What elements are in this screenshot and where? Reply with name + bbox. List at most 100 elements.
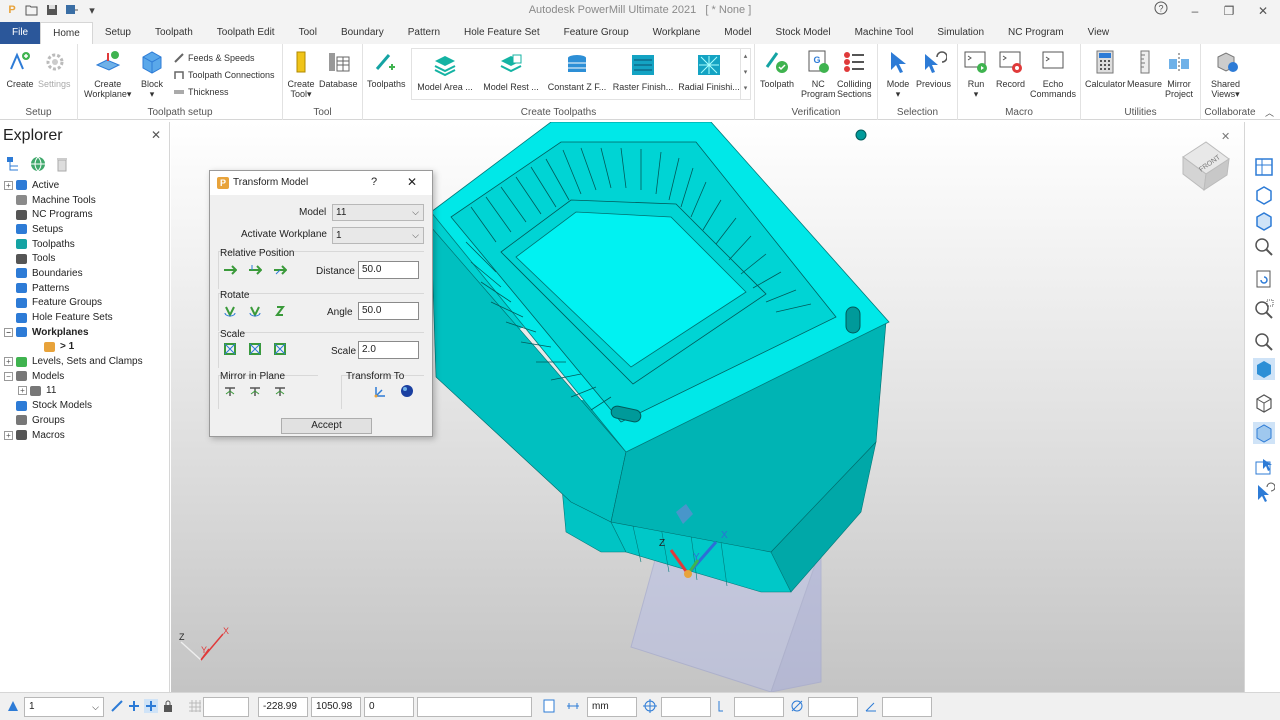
tree-node[interactable]: Hole Feature Sets [4,310,168,325]
accept-button[interactable]: Accept [281,418,372,434]
previous-selection-button[interactable]: Previous [916,48,951,89]
mirror-xy-icon[interactable] [223,384,237,398]
mirror-project-button[interactable]: Mirror Project [1165,48,1193,99]
view-front-icon[interactable] [1253,210,1275,232]
tree-node[interactable]: + Macros [4,428,168,443]
snap-active-icon[interactable] [144,699,158,713]
grid-icon[interactable] [188,699,202,713]
radial-finishing-button[interactable]: Radial Finishi... [678,51,740,92]
angle-input[interactable]: 50.0 [358,302,419,320]
raster-finishing-button[interactable]: Raster Finish... [612,51,674,92]
minimize-button[interactable]: – [1178,0,1212,22]
transform-to-world-icon[interactable] [400,384,414,398]
toolpath-connections-button[interactable]: Toolpath Connections [173,69,275,81]
feeds-speeds-button[interactable]: Feeds & Speeds [173,52,255,64]
tree-node[interactable]: Groups [4,413,168,428]
tree-node[interactable]: − Models [4,369,168,384]
expand-icon[interactable]: + [4,430,13,440]
mirror-zx-icon[interactable] [273,384,287,398]
block-button[interactable]: Block ▾ [138,48,166,99]
viewcube[interactable]: FRONT [1182,141,1230,192]
scale-y-icon[interactable] [248,342,262,356]
tab-model[interactable]: Model [712,22,763,44]
explorer-tree-icon[interactable] [6,156,22,172]
calculator-status-icon[interactable] [542,699,556,713]
refresh-view-icon[interactable] [1253,268,1275,290]
tab-view[interactable]: View [1076,22,1122,44]
explorer-delete-icon[interactable] [54,156,70,172]
dialog-close-button[interactable]: ✕ [407,175,417,189]
calculator-button[interactable]: Calculator [1085,48,1126,89]
tab-feature-group[interactable]: Feature Group [552,22,641,44]
help-icon[interactable]: ? [1144,0,1178,22]
rotate-z-icon[interactable] [273,304,287,318]
echo-commands-button[interactable]: Echo Commands [1030,48,1076,99]
gallery-scroll[interactable]: ▴ ▾ ▾ [740,49,750,99]
tree-node[interactable]: Patterns [4,281,168,296]
transform-to-workplane-icon[interactable] [373,384,387,398]
tree-node[interactable]: Feature Groups [4,296,168,311]
diameter-icon[interactable] [790,699,804,713]
tolerance-icon[interactable] [566,699,580,713]
explorer-globe-icon[interactable] [30,156,46,172]
tab-nc-program[interactable]: NC Program [996,22,1076,44]
scale-x-icon[interactable] [223,342,237,356]
tree-node[interactable]: NC Programs [4,207,168,222]
dialog-help-button[interactable]: ? [371,176,377,188]
zoom-fit-icon[interactable] [1253,330,1275,352]
restore-button[interactable]: ❐ [1212,0,1246,22]
tool-status-icon[interactable] [716,699,730,713]
run-macro-button[interactable]: Run ▾ [962,48,990,99]
move-x-icon[interactable] [223,263,237,277]
view-top-icon[interactable] [1253,184,1275,206]
snap-grid-icon[interactable] [127,699,141,713]
tab-home[interactable]: Home [40,22,93,44]
move-y-icon[interactable] [248,263,262,277]
activate-workplane-select[interactable]: 1 ⌵ [332,227,424,244]
thickness-button[interactable]: Thickness [173,86,229,98]
rotate-x-icon[interactable] [223,304,237,318]
distance-input[interactable]: 50.0 [358,261,419,279]
tree-node[interactable]: Tools [4,251,168,266]
colliding-sections-button[interactable]: Colliding Sections [837,48,872,99]
zoom-box-icon[interactable] [1253,298,1275,320]
tab-setup[interactable]: Setup [93,22,143,44]
tab-machine-tool[interactable]: Machine Tool [843,22,926,44]
tab-hole-feature-set[interactable]: Hole Feature Set [452,22,552,44]
tab-stock-model[interactable]: Stock Model [764,22,843,44]
select-cursor-icon[interactable] [1253,482,1275,504]
select-shaded-icon[interactable] [1253,456,1275,478]
tab-simulation[interactable]: Simulation [925,22,996,44]
tab-tool[interactable]: Tool [287,22,329,44]
create-workplane-button[interactable]: Create Workplane▾ [84,48,131,99]
model-rest-button[interactable]: Model Rest ... [480,51,542,92]
expand-icon[interactable]: + [4,357,13,367]
tree-node[interactable]: Boundaries [4,266,168,281]
close-button[interactable]: ✕ [1246,0,1280,22]
scale-z-icon[interactable] [273,342,287,356]
wireframe-view-icon[interactable] [1253,392,1275,414]
angle-status-icon[interactable] [864,699,878,713]
collapse-icon[interactable]: − [4,327,13,337]
constant-z-finishing-button[interactable]: Constant Z F... [546,51,608,92]
tab-file[interactable]: File [0,22,41,44]
model-select[interactable]: 11 ⌵ [332,204,424,221]
tab-workplane[interactable]: Workplane [641,22,713,44]
collapse-ribbon-icon[interactable]: ︿ [1265,106,1274,119]
tree-node[interactable]: Machine Tools [4,193,168,208]
tab-pattern[interactable]: Pattern [396,22,452,44]
model-area-clearance-button[interactable]: Model Area ... [414,51,476,92]
tree-node[interactable]: +11 [4,384,168,399]
shaded-view-icon[interactable] [1253,358,1275,380]
view-isometric-icon[interactable] [1253,156,1275,178]
toolpaths-button[interactable]: Toolpaths [367,48,406,89]
nc-program-verify-button[interactable]: G NC Program [801,48,836,99]
create-button[interactable]: Create [6,48,34,89]
explorer-close-icon[interactable]: ✕ [151,128,161,142]
tree-node[interactable]: Toolpaths [4,237,168,252]
settings-button[interactable]: Settings [38,48,71,89]
move-z-icon[interactable] [273,263,287,277]
measure-button[interactable]: Measure [1127,48,1162,89]
zoom-icon[interactable] [1253,236,1275,258]
scale-input[interactable]: 2.0 [358,341,419,359]
